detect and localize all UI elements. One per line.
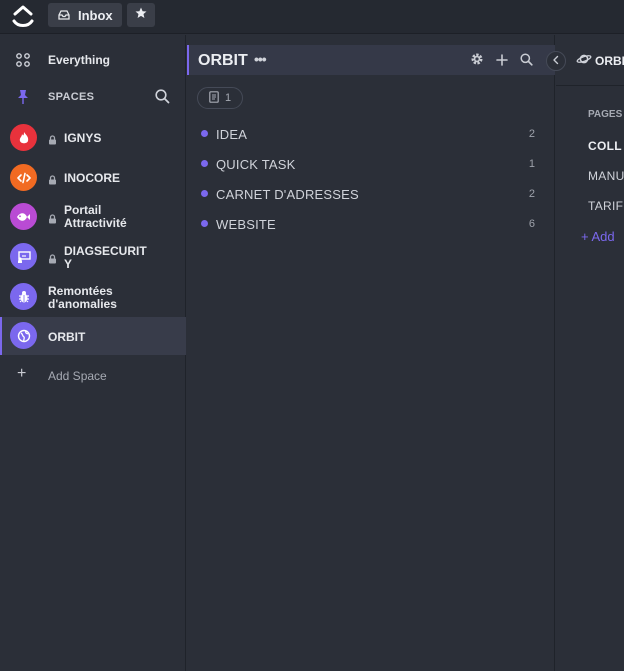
list-name: IDEA <box>216 127 248 142</box>
list-count: 2 <box>528 128 535 140</box>
settings-gear-icon[interactable] <box>470 52 484 71</box>
space-name: ORBIT <box>48 330 86 344</box>
collapse-panel-button[interactable] <box>546 51 566 71</box>
list-count: 6 <box>528 218 535 230</box>
inbox-icon <box>58 8 70 23</box>
list-status-dot <box>201 220 208 227</box>
top-bar: Inbox <box>0 0 624 34</box>
lock-icon <box>48 132 57 150</box>
spaces-label: SPACES <box>48 91 95 103</box>
add-space-label: Add Space <box>48 369 107 383</box>
list-status-dot <box>201 190 208 197</box>
add-space-button[interactable]: + Add Space <box>0 363 186 387</box>
page-item[interactable]: COLL <box>588 139 622 153</box>
inbox-label: Inbox <box>78 7 113 23</box>
pages-count-badge[interactable]: 1 <box>197 87 243 109</box>
space-title[interactable]: ORBIT <box>198 52 248 70</box>
sidebar-space-diagsecurity[interactable]: DIAGSECURIT Y <box>0 238 186 276</box>
document-icon <box>209 90 219 106</box>
detail-panel: ORBIT PAGES COLL MANU TARIF + Add <box>556 35 624 671</box>
presentation-icon <box>10 243 37 270</box>
code-icon <box>10 164 37 191</box>
plus-icon[interactable] <box>496 53 508 71</box>
sidebar-space-orbit[interactable]: ORBIT <box>0 317 186 355</box>
sidebar-item-everything[interactable]: Everything <box>0 47 186 73</box>
add-page-button[interactable]: + Add <box>581 229 615 244</box>
space-name: INOCORE <box>64 171 121 185</box>
search-icon[interactable] <box>520 52 533 71</box>
flame-icon <box>10 124 37 151</box>
list-status-dot <box>201 130 208 137</box>
list-item[interactable]: IDEA 2 <box>187 119 555 149</box>
lock-icon <box>48 172 57 190</box>
list-status-dot <box>201 160 208 167</box>
list-name: CARNET D'ADRESSES <box>216 187 359 202</box>
detail-title: ORBIT <box>595 54 624 68</box>
grid-icon <box>16 53 30 72</box>
planet-icon <box>576 52 592 70</box>
star-icon <box>135 6 147 24</box>
list-count: 1 <box>528 158 535 170</box>
sidebar-space-inocore[interactable]: INOCORE <box>0 159 186 197</box>
list-item[interactable]: CARNET D'ADRESSES 2 <box>187 179 555 209</box>
plus-icon: + <box>17 365 27 382</box>
sidebar-space-remontees-anomalies[interactable]: Remontées d'anomalies <box>0 278 186 316</box>
sidebar: Everything SPACES IGNYS INOCORE Portail … <box>0 35 186 671</box>
globe-icon <box>10 322 37 349</box>
list-item[interactable]: QUICK TASK 1 <box>187 149 555 179</box>
spaces-header: SPACES <box>0 85 186 109</box>
favorites-button[interactable] <box>127 3 155 27</box>
list-count: 2 <box>528 188 535 200</box>
space-name-line2: d'anomalies <box>48 297 117 311</box>
list-item[interactable]: WEBSITE 6 <box>187 209 555 239</box>
space-name-line2: Attractivité <box>64 216 127 230</box>
fish-icon <box>10 203 37 230</box>
everything-label: Everything <box>48 53 111 67</box>
pin-icon <box>16 89 30 110</box>
search-icon[interactable] <box>155 89 170 109</box>
lock-icon <box>48 251 57 269</box>
sidebar-space-portail-attractivite[interactable]: Portail Attractivité <box>0 198 186 236</box>
space-panel: ORBIT ••• 1 IDEA 2 QUICK TASK 1 CARNET D… <box>187 35 566 671</box>
chevron-left-icon <box>552 52 560 70</box>
pages-count: 1 <box>225 92 232 104</box>
space-name: IGNYS <box>64 131 102 145</box>
sidebar-space-ignys[interactable]: IGNYS <box>0 119 186 157</box>
list-name: WEBSITE <box>216 217 276 232</box>
page-item[interactable]: TARIF <box>588 199 623 213</box>
space-name: DIAGSECURIT <box>64 244 147 258</box>
more-options-icon[interactable]: ••• <box>254 51 267 67</box>
space-header: ORBIT ••• <box>187 45 555 75</box>
page-item[interactable]: MANU <box>588 169 624 183</box>
list-name: QUICK TASK <box>216 157 296 172</box>
pages-section-label: PAGES <box>588 109 623 120</box>
inbox-button[interactable]: Inbox <box>48 3 122 27</box>
space-name-line2: Y <box>64 257 73 271</box>
lock-icon <box>48 211 57 229</box>
clickup-logo-icon[interactable] <box>12 5 34 29</box>
bug-icon <box>10 283 37 310</box>
detail-header: ORBIT <box>556 35 624 86</box>
